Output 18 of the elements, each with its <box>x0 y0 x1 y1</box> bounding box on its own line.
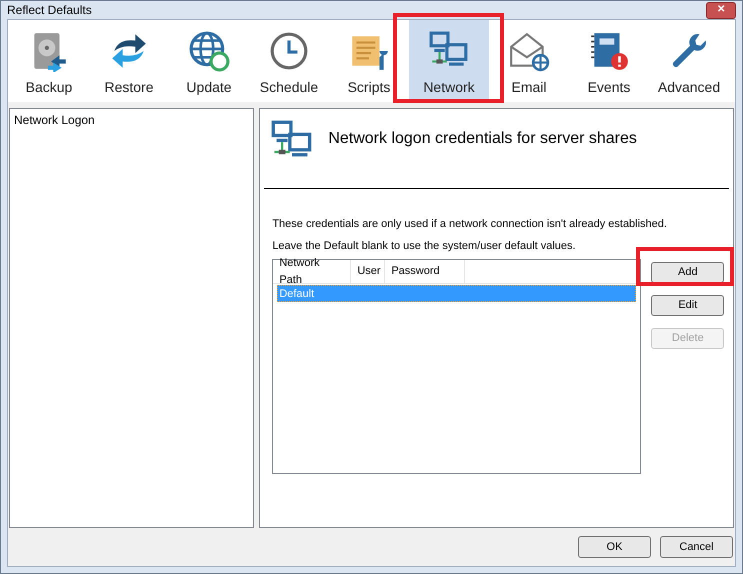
action-button[interactable]: Edit <box>651 294 724 316</box>
clock-icon <box>268 30 310 72</box>
column-header[interactable]: Network Path <box>273 260 352 283</box>
window-title: Reflect Defaults <box>7 2 92 19</box>
column-header[interactable]: User <box>351 260 386 283</box>
dialog-button[interactable]: Cancel <box>660 536 733 558</box>
panel-title: Network logon credentials for server shares <box>328 129 637 149</box>
events-icon <box>588 30 630 72</box>
dialog-button[interactable]: OK <box>578 536 651 558</box>
info-text: These credentials are only used if a network connection isn't already established. <box>272 217 668 232</box>
mail-icon <box>508 30 550 72</box>
close-button[interactable]: ✕ <box>706 2 736 18</box>
column-header[interactable]: Password <box>385 260 466 283</box>
action-button[interactable]: Add <box>651 262 724 283</box>
info-text: Leave the Default blank to use the system/user default values. <box>272 238 577 254</box>
globe-icon <box>188 30 230 72</box>
toolbar-button[interactable]: Network <box>409 20 489 102</box>
sidebar-item[interactable]: Network Logon <box>12 111 254 129</box>
